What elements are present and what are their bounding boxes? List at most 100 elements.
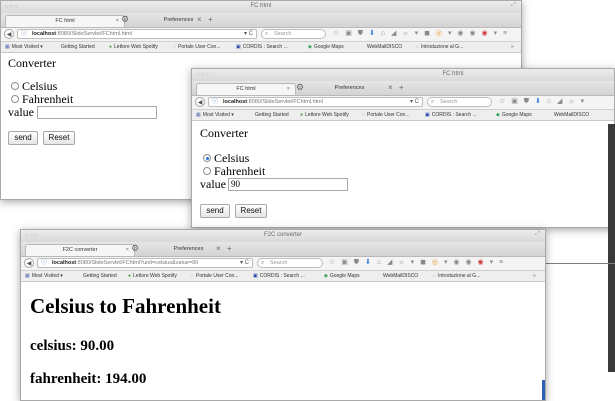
gear-icon[interactable]: ⚙ [131,243,139,254]
reset-button[interactable]: Reset [235,204,267,218]
search-input[interactable]: ⌕ Search [257,258,323,268]
bookmark-google-maps[interactable]: ◆ Google Maps [308,42,344,52]
search-placeholder: Search [270,260,288,266]
bookmark-portale[interactable]: ◌ Portale User Con... [362,110,410,120]
gear-icon[interactable]: ⚙ [121,14,129,25]
value-input[interactable]: 90 [228,178,348,191]
search-icon: ⌕ [261,260,265,266]
tab-strip: FC html × ⚙ Preferences × + [1,13,521,28]
bookmark-cordis[interactable]: ▣ CORDIS : Search ... [425,110,477,120]
reset-button[interactable]: Reset [43,131,75,145]
toolbar-icons[interactable]: ☆ ▣ ⛊ ⬇ ⌂ ◢ ☼ ▾ ◼ ◎ ▾ ◉ ◉ ◉ ▾ ≡ [333,29,509,39]
bookmark-most-visited[interactable]: ▦ Most Visited ▾ [25,271,63,281]
tab-close-icon[interactable]: × [216,243,221,254]
url-bar[interactable]: ⓘ localhost:8080/SlideServlet/FChtml?uni… [37,258,253,268]
nav-bar: ◀ ⓘ localhost:8080/SlideServlet/FChtml.h… [192,96,614,110]
tab-label: Preferences [173,246,204,252]
search-input[interactable]: ⌕ Search [427,97,492,107]
tab-preferences[interactable]: Preferences [141,15,216,27]
celsius-result: celsius: 90.00 [30,338,115,354]
info-icon: ⓘ [21,31,28,37]
bookmark-getting-started[interactable]: Getting Started [255,110,289,120]
tab-close-icon[interactable]: × [116,16,119,27]
tab-close-icon[interactable]: × [388,82,393,93]
search-placeholder: Search [440,99,458,105]
title-bar: ○○○ FC html ⤢ [1,1,521,13]
reload-icon[interactable]: ▾ C [410,98,419,106]
bookmark-webmail[interactable]: WebMailDISCO [554,110,589,120]
tab-fc-html[interactable]: FC html × [5,15,125,27]
toolbar-icons[interactable]: ☆ ▣ ⛊ ⬇ ⌂ ◢ ☼ ▾ ◼ ◎ ▾ ◉ ◉ ◉ ▾ ≡ [329,258,505,268]
url-path: :8080/SlideServlet/FChtml.html [247,99,323,105]
tab-close-icon[interactable]: × [197,14,202,25]
send-button[interactable]: send [8,131,38,145]
window-edge-shadow [608,124,615,372]
bookmark-spotify[interactable]: ● Lettore Web Spotify [128,271,177,281]
bookmark-introduzione[interactable]: ◌ Introduzione al G... [433,271,480,281]
tab-f2c-converter[interactable]: F2C converter × [25,244,135,256]
browser-window-fc-html-filled: ○○○ FC html FC html × ⚙ Preferences × + … [191,68,615,228]
tab-close-icon[interactable]: × [287,84,290,95]
connector-line [545,263,615,264]
bookmark-most-visited[interactable]: ▦ Most Visited ▾ [5,42,43,52]
bookmark-cordis[interactable]: ▣ CORDIS : Search ... [253,271,305,281]
title-bar: ○○○ F2C converter ⤢ [21,230,545,242]
url-bar[interactable]: ⓘ localhost:8080/SlideServlet/FChtml.htm… [208,97,423,107]
bookmark-introduzione[interactable]: ◌ Introduzione al G... [416,42,463,52]
tab-label: FC html [55,18,75,24]
bookmark-portale[interactable]: ◌ Portale User Con... [173,42,221,52]
tab-preferences[interactable]: Preferences [151,244,226,256]
value-input[interactable] [37,106,157,119]
chevron-right-icon[interactable]: » [511,42,514,52]
url-bar[interactable]: ⓘ localhost:8080/SlideServlet/FChtml.htm… [17,29,257,39]
traffic-light-icons[interactable]: ○○○ [196,72,210,78]
bookmark-google-maps[interactable]: ◆ Google Maps [324,271,360,281]
fullscreen-icon[interactable]: ⤢ [511,2,516,9]
url-host: localhost [223,99,248,105]
radio-celsius[interactable] [203,154,211,162]
search-icon: ⌕ [431,99,435,105]
back-arrow-icon[interactable]: ◀ [195,97,205,107]
tab-label: Preferences [334,85,365,91]
toolbar-icons[interactable]: ☆ ▣ ⛊ ⬇ ⌂ ◢ ☼ ▾ [499,97,586,107]
radio-fahrenheit[interactable] [11,95,19,103]
chevron-right-icon[interactable]: » [533,271,536,281]
back-arrow-icon[interactable]: ◀ [24,258,34,268]
bookmark-spotify[interactable]: ● Lettore Web Spotify [109,42,158,52]
reload-icon[interactable]: ▾ C [240,259,249,267]
radio-celsius[interactable] [11,82,19,90]
reload-icon[interactable]: ▾ C [244,30,253,38]
bookmark-portale[interactable]: ◌ Portale User Con... [191,271,239,281]
search-icon: ⌕ [265,31,269,37]
tab-close-icon[interactable]: × [126,245,129,256]
new-tab-icon[interactable]: + [227,243,232,254]
radio-fahrenheit[interactable] [203,167,211,175]
new-tab-icon[interactable]: + [208,14,213,25]
form-heading: Converter [8,56,56,70]
tab-label: Preferences [163,17,194,23]
tab-fc-html[interactable]: FC html × [196,83,296,95]
bookmark-webmail[interactable]: WebMailDISCO [383,271,418,281]
nav-bar: ◀ ⓘ localhost:8080/SlideServlet/FChtml?u… [21,257,545,271]
bookmark-cordis[interactable]: ▣ CORDIS : Search ... [236,42,288,52]
value-label: value [8,105,34,119]
info-icon: ⓘ [41,260,48,266]
back-arrow-icon[interactable]: ◀ [4,29,14,39]
bookmark-getting-started[interactable]: Getting Started [61,42,95,52]
value-label: value [200,177,226,191]
bookmark-google-maps[interactable]: ◆ Google Maps [496,110,532,120]
tab-strip: F2C converter × ⚙ Preferences × + [21,242,545,257]
fullscreen-icon[interactable]: ⤢ [535,231,540,238]
new-tab-icon[interactable]: + [399,82,404,93]
bookmark-spotify[interactable]: ● Lettore Web Spotify [300,110,349,120]
tab-preferences[interactable]: Preferences [312,83,387,95]
bookmark-most-visited[interactable]: ▦ Most Visited ▾ [196,110,234,120]
bookmark-getting-started[interactable]: Getting Started [83,271,117,281]
send-button[interactable]: send [200,204,230,218]
url-path: :8080/SlideServlet/FChtml?unit=celsius&v… [76,260,199,266]
bookmark-webmail[interactable]: WebMailDISCO [367,42,402,52]
gear-icon[interactable]: ⚙ [296,82,304,93]
form-heading: Converter [200,126,248,140]
scrollbar[interactable] [542,380,545,400]
search-input[interactable]: ⌕ Search [261,29,326,39]
